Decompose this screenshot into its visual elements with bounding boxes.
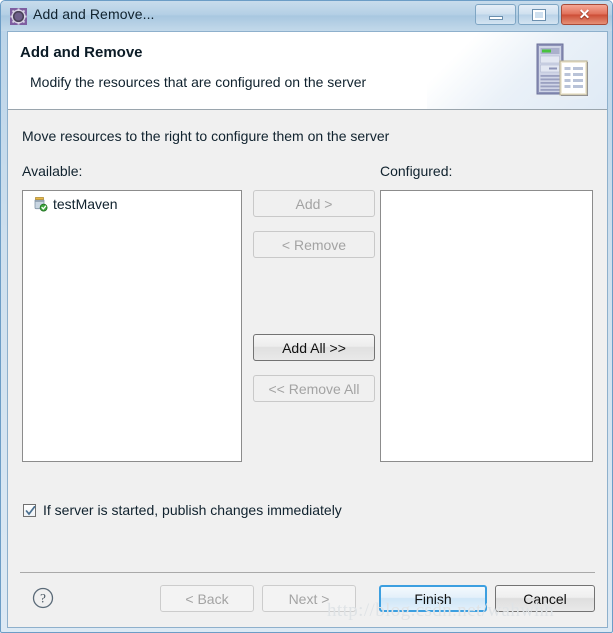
available-list[interactable]: testMaven [22,190,242,462]
configured-label: Configured: [380,163,453,179]
svg-text:?: ? [40,591,46,606]
publish-immediately-label: If server is started, publish changes im… [43,502,342,518]
finish-button[interactable]: Finish [379,585,487,612]
maximize-button[interactable] [518,4,559,25]
minimize-button[interactable] [475,4,516,25]
title-bar[interactable]: Add and Remove... ✕ [1,1,612,31]
page-title: Add and Remove [20,44,143,61]
minimize-icon [489,16,503,20]
wizard-body: Move resources to the right to configure… [8,110,607,562]
add-button[interactable]: Add > [253,190,375,217]
remove-all-button[interactable]: << Remove All [253,375,375,402]
next-button[interactable]: Next > [262,585,356,612]
window-controls: ✕ [475,4,608,25]
publish-immediately-row[interactable]: If server is started, publish changes im… [23,502,342,518]
publish-immediately-checkbox[interactable] [23,503,36,517]
wizard-banner: Add and Remove Modify the resources that… [8,32,607,110]
back-button[interactable]: < Back [160,585,254,612]
page-subtitle: Modify the resources that are configured… [30,74,367,90]
dialog-client-area: Add and Remove Modify the resources that… [7,31,608,628]
remove-button[interactable]: < Remove [253,231,375,258]
maven-module-jar-icon [32,196,48,212]
dialog-window: Add and Remove... ✕ Add and Remove Modif… [0,0,613,633]
close-icon: ✕ [578,6,591,22]
help-icon[interactable]: ? [32,587,54,609]
maximize-icon [533,10,545,20]
available-label: Available: [22,163,83,179]
server-tower-document-icon [527,40,593,102]
list-item[interactable]: testMaven [23,194,241,214]
button-gap [253,272,375,334]
cancel-button[interactable]: Cancel [495,585,595,612]
checkmark-icon [25,505,36,515]
configured-list[interactable] [380,190,593,462]
instruction-text: Move resources to the right to configure… [22,128,390,144]
transfer-button-column: Add > < Remove Add All >> << Remove All [253,190,375,416]
window-title: Add and Remove... [33,6,155,22]
gear-icon [10,8,27,25]
dialog-footer: ? < Back Next > Finish Cancel [8,573,607,627]
close-button[interactable]: ✕ [561,4,608,25]
list-item-label: testMaven [53,196,118,212]
add-all-button[interactable]: Add All >> [253,334,375,361]
